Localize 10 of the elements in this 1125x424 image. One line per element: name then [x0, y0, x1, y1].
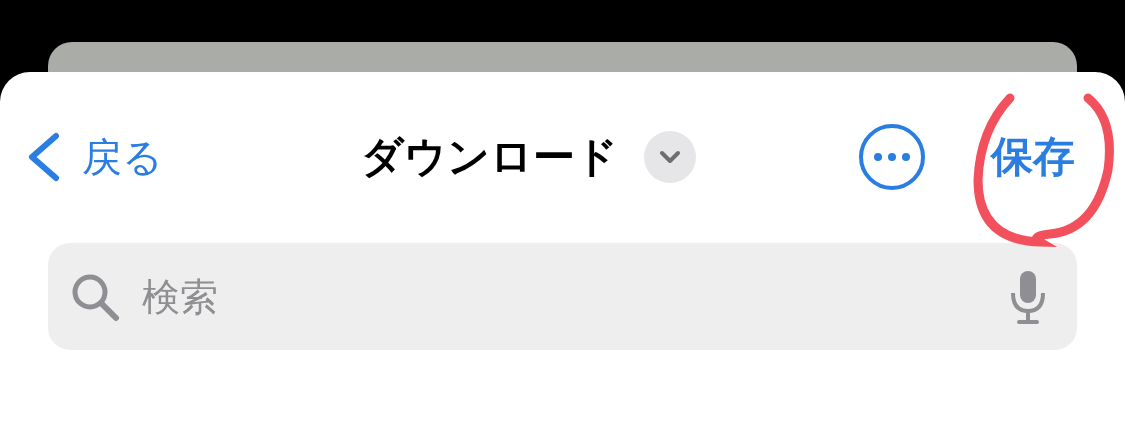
- save-button[interactable]: 保存: [991, 129, 1075, 185]
- back-link[interactable]: 戻る: [26, 129, 163, 185]
- search-field[interactable]: 検索: [140, 273, 989, 320]
- title-menu-button[interactable]: [644, 131, 696, 183]
- back-chevron-icon: [26, 132, 60, 182]
- more-button[interactable]: [859, 124, 925, 190]
- page-title: ダウンロード: [361, 131, 618, 183]
- microphone-icon[interactable]: [1009, 268, 1047, 325]
- search-bar[interactable]: 検索: [48, 243, 1077, 350]
- chevron-down-icon: [659, 150, 681, 164]
